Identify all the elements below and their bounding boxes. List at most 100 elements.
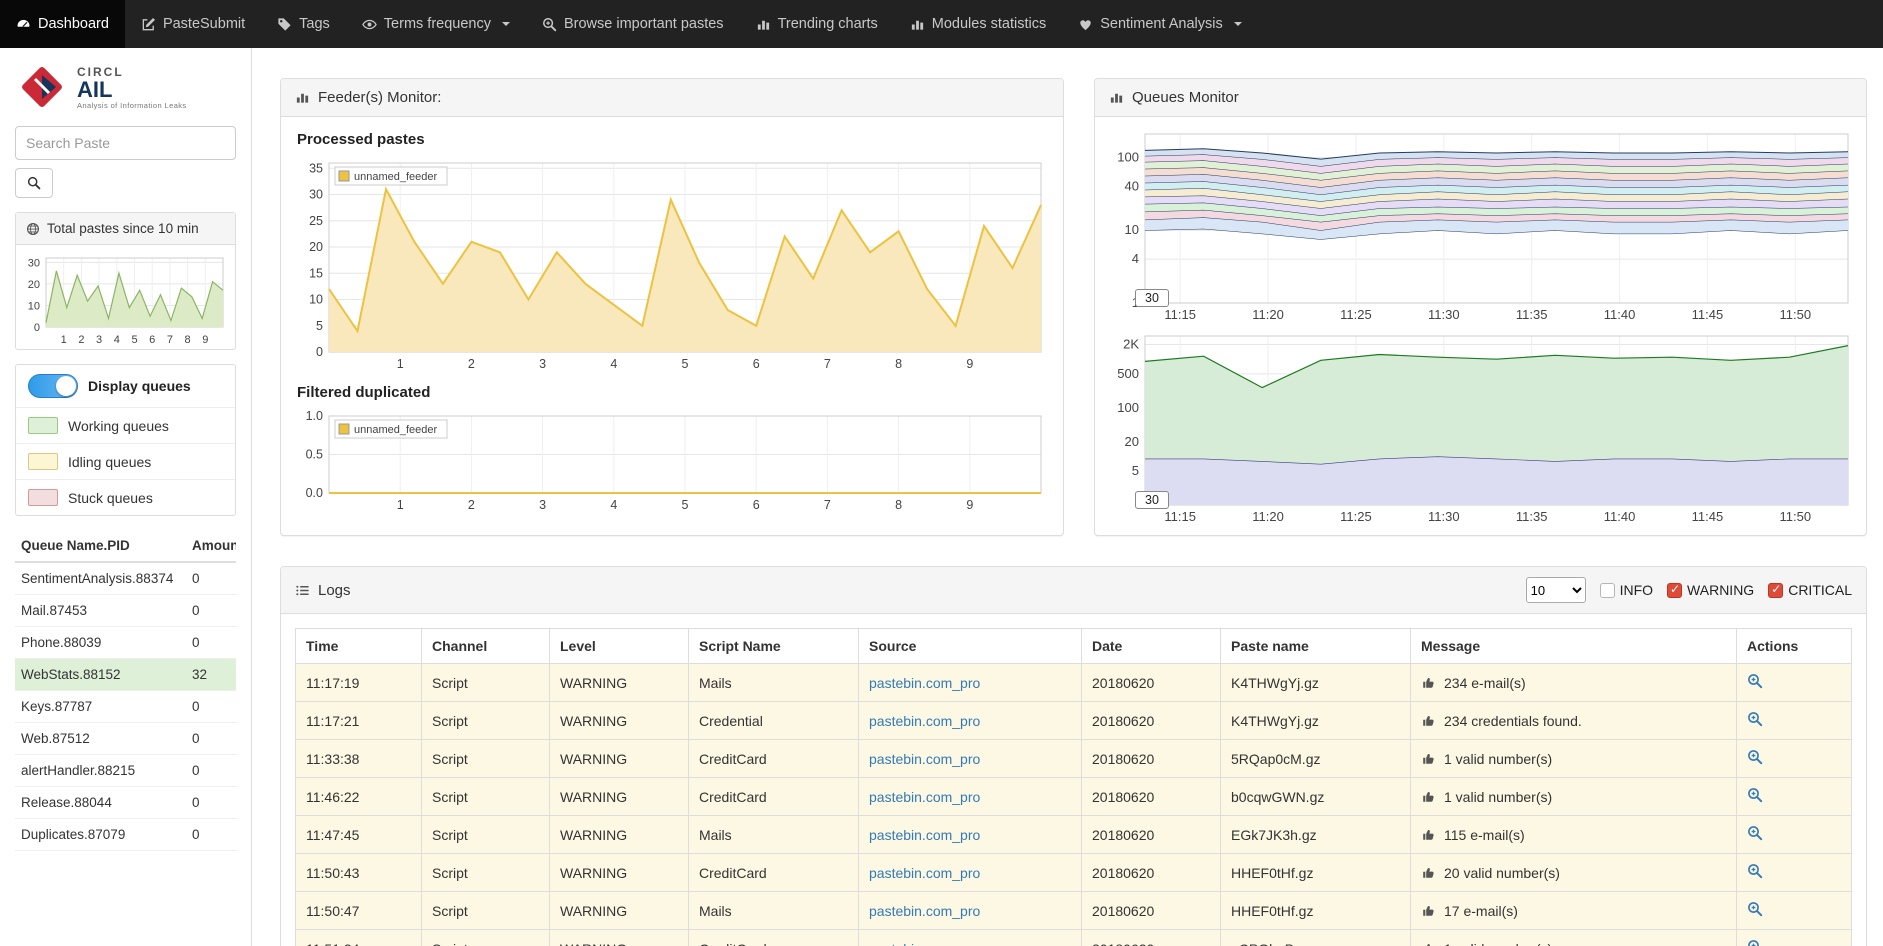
log-channel: Script <box>422 816 550 854</box>
log-source-link[interactable]: pastebin.com_pro <box>869 789 980 805</box>
filtered-duplicated-chart: 0.00.51.0123456789unnamed_feeder <box>295 409 1049 513</box>
inspect-paste-icon[interactable] <box>1747 901 1763 917</box>
svg-text:11:15: 11:15 <box>1164 509 1196 524</box>
svg-text:11:15: 11:15 <box>1164 307 1196 322</box>
svg-text:20: 20 <box>1125 434 1139 449</box>
nav-item[interactable]: PasteSubmit <box>125 0 261 48</box>
queues-monitor-bottom-chart: 5201005002K11:1511:2011:2511:3011:3511:4… <box>1105 329 1856 525</box>
logs-column-header: Source <box>859 629 1082 664</box>
search-button[interactable] <box>15 168 53 198</box>
log-level: WARNING <box>550 816 689 854</box>
circl-logo-icon <box>15 62 69 112</box>
nav-item-label: Modules statistics <box>932 16 1046 32</box>
log-level-label: CRITICAL <box>1788 582 1852 598</box>
nav-item-label: Tags <box>299 16 330 32</box>
list-icon <box>295 583 310 598</box>
log-time: 11:47:45 <box>296 816 422 854</box>
search-icon <box>27 176 41 190</box>
svg-text:500: 500 <box>1117 366 1139 381</box>
inspect-paste-icon[interactable] <box>1747 749 1763 765</box>
log-channel: Script <box>422 740 550 778</box>
inspect-paste-icon[interactable] <box>1747 863 1763 879</box>
queue-amount: 0 <box>186 819 236 851</box>
svg-text:4: 4 <box>1132 251 1139 266</box>
queue-name: WebStats.88152 <box>15 659 186 691</box>
queue-legend-label: Idling queues <box>68 454 151 470</box>
log-channel: Script <box>422 778 550 816</box>
logs-column-header: Actions <box>1737 629 1852 664</box>
log-time: 11:33:38 <box>296 740 422 778</box>
log-date: 20180620 <box>1082 778 1221 816</box>
log-script: CreditCard <box>689 740 859 778</box>
svg-text:6: 6 <box>753 357 760 371</box>
log-level-filter[interactable]: WARNING <box>1667 582 1754 598</box>
log-level-filter[interactable]: CRITICAL <box>1768 582 1852 598</box>
svg-text:10: 10 <box>309 293 323 307</box>
svg-text:10: 10 <box>28 300 40 312</box>
log-source-link[interactable]: pastebin.com_pro <box>869 675 980 691</box>
nav-item-label: Trending charts <box>778 16 878 32</box>
display-queues-toggle[interactable] <box>28 374 78 398</box>
inspect-paste-icon[interactable] <box>1747 939 1763 946</box>
svg-text:11:45: 11:45 <box>1692 307 1724 322</box>
queue-table-row: Keys.87787 0 <box>15 691 236 723</box>
globe-icon <box>26 222 40 236</box>
log-source-link[interactable]: pastebin.com_pro <box>869 941 980 946</box>
svg-text:0.5: 0.5 <box>306 448 323 462</box>
svg-text:9: 9 <box>202 334 208 346</box>
svg-text:7: 7 <box>167 334 173 346</box>
nav-item[interactable]: Modules statistics <box>894 0 1062 48</box>
nav-item[interactable]: Browse important pastes <box>526 0 740 48</box>
thumbs-up-icon <box>1421 675 1436 690</box>
logs-table: Time Channel Level Script Name Source Da… <box>295 628 1852 946</box>
svg-text:20: 20 <box>309 240 323 254</box>
svg-text:4: 4 <box>114 334 120 346</box>
nav-item[interactable]: Trending charts <box>740 0 894 48</box>
svg-text:11:20: 11:20 <box>1252 307 1284 322</box>
svg-text:7: 7 <box>824 357 831 371</box>
page-size-select[interactable]: 10 <box>1526 577 1586 603</box>
queue-amount: 0 <box>186 562 236 595</box>
svg-text:30: 30 <box>309 188 323 202</box>
nav-item-label: Sentiment Analysis <box>1100 16 1223 32</box>
log-row: 11:50:47 Script WARNING Mails pastebin.c… <box>296 892 1852 930</box>
nav-item[interactable]: Dashboard <box>0 0 125 48</box>
svg-text:15: 15 <box>309 266 323 280</box>
nav-item[interactable]: Tags <box>261 0 346 48</box>
log-script: CreditCard <box>689 778 859 816</box>
svg-text:6: 6 <box>149 334 155 346</box>
sidebar: CIRCL AIL Analysis of Information Leaks … <box>0 48 252 946</box>
inspect-paste-icon[interactable] <box>1747 787 1763 803</box>
svg-text:8: 8 <box>895 357 902 371</box>
inspect-paste-icon[interactable] <box>1747 673 1763 689</box>
nav-item[interactable]: Terms frequency <box>346 0 526 48</box>
log-row: 11:33:38 Script WARNING CreditCard paste… <box>296 740 1852 778</box>
log-source-link[interactable]: pastebin.com_pro <box>869 827 980 843</box>
svg-text:8: 8 <box>185 334 191 346</box>
log-level-filter[interactable]: INFO <box>1600 582 1653 598</box>
log-source-link[interactable]: pastebin.com_pro <box>869 865 980 881</box>
log-level-checkbox[interactable] <box>1600 583 1615 598</box>
thumbs-up-icon <box>1421 865 1436 880</box>
logs-panel-title: Logs <box>318 582 351 599</box>
inspect-paste-icon[interactable] <box>1747 825 1763 841</box>
svg-text:2: 2 <box>468 357 475 371</box>
log-source-link[interactable]: pastebin.com_pro <box>869 751 980 767</box>
log-message: 1 valid number(s) <box>1444 941 1552 946</box>
queues-panel-title: Queues Monitor <box>1132 89 1239 106</box>
queue-name: SentimentAnalysis.88374 <box>15 562 186 595</box>
display-queues-box: Display queues Working queues Idling que… <box>15 364 236 516</box>
queue-table-row: Release.88044 0 <box>15 787 236 819</box>
log-row: 11:46:22 Script WARNING CreditCard paste… <box>296 778 1852 816</box>
log-level-checkbox[interactable] <box>1768 583 1783 598</box>
svg-text:5: 5 <box>682 498 689 512</box>
log-source-link[interactable]: pastebin.com_pro <box>869 713 980 729</box>
log-level-checkbox[interactable] <box>1667 583 1682 598</box>
svg-text:7: 7 <box>824 498 831 512</box>
inspect-paste-icon[interactable] <box>1747 711 1763 727</box>
queues-monitor-panel: Queues Monitor 14104010011:1511:2011:251… <box>1094 78 1867 536</box>
svg-text:2K: 2K <box>1123 337 1139 352</box>
log-source-link[interactable]: pastebin.com_pro <box>869 903 980 919</box>
nav-item[interactable]: Sentiment Analysis <box>1062 0 1258 48</box>
search-paste-input[interactable] <box>15 126 236 160</box>
